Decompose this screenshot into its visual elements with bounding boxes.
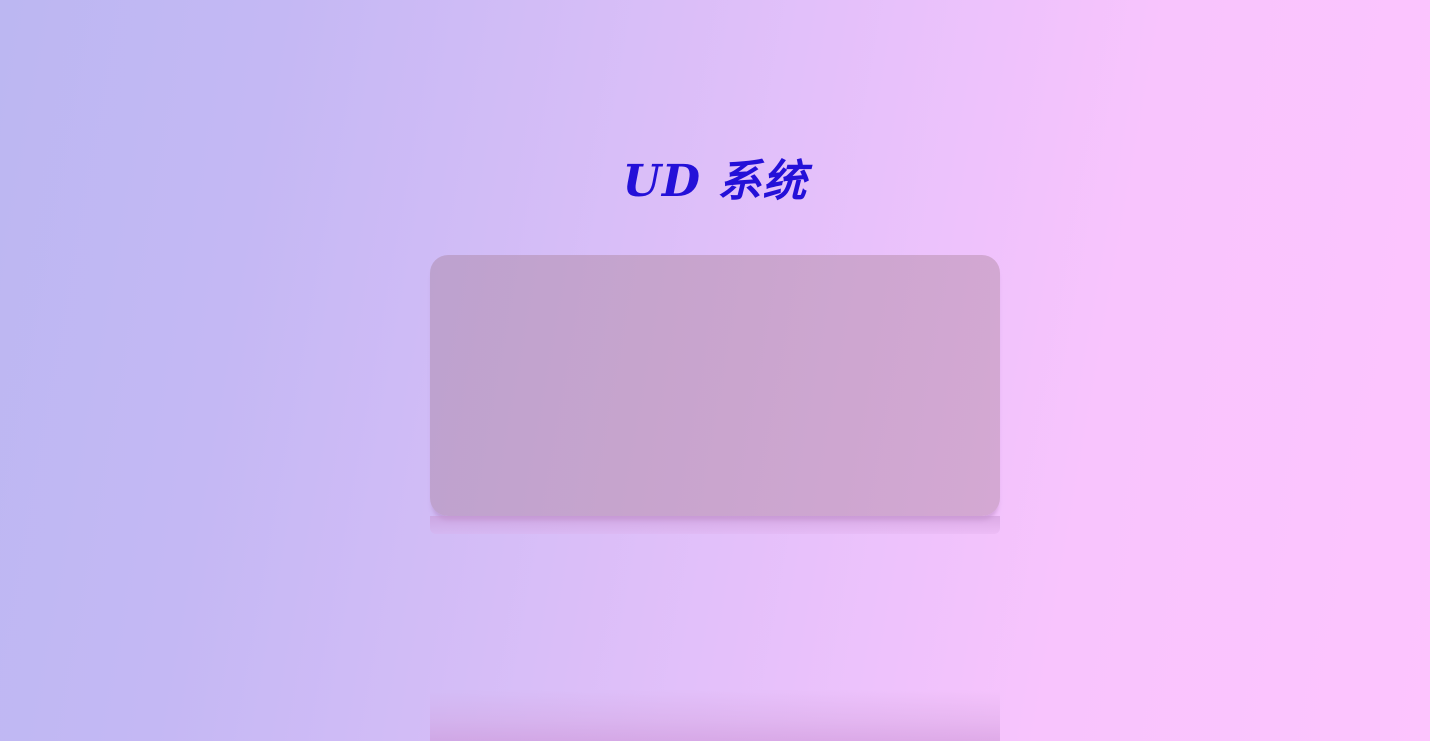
panel-reflection	[430, 516, 1000, 534]
page-title: UD 系统	[622, 156, 808, 207]
panel-glow	[430, 534, 1000, 741]
content-panel	[430, 255, 1000, 516]
